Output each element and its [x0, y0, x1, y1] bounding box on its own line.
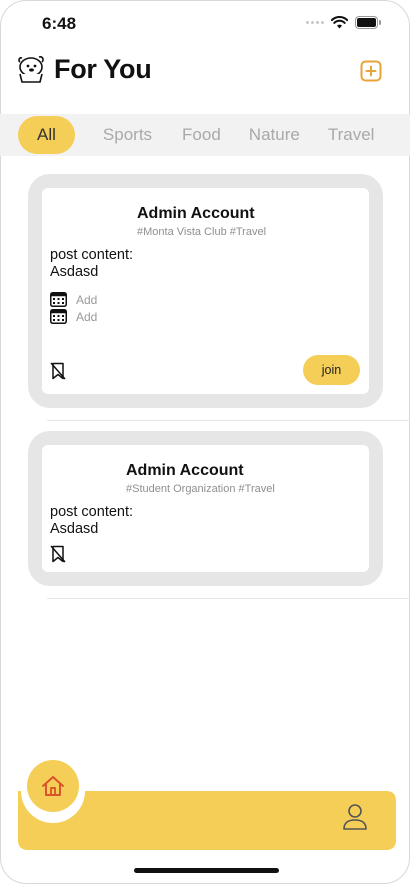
- status-icons: [306, 16, 382, 29]
- category-tabs: All Sports Food Nature Travel: [18, 116, 388, 154]
- calendar-icon: [50, 292, 67, 307]
- status-bar: 6:48: [0, 0, 410, 48]
- add-event-row[interactable]: Add: [50, 309, 97, 324]
- add-event-label: Add: [76, 292, 98, 307]
- wifi-icon: [331, 16, 348, 29]
- bookmark-icon[interactable]: [50, 362, 66, 380]
- post-author: Admin Account: [137, 205, 255, 222]
- divider: [47, 598, 410, 599]
- post-content-label: post content:: [50, 504, 134, 520]
- profile-tab-button[interactable]: [342, 803, 368, 831]
- add-post-button[interactable]: [360, 60, 382, 82]
- add-event-label: Add: [76, 309, 98, 324]
- calendar-icon: [50, 309, 67, 324]
- join-button[interactable]: join: [303, 355, 360, 385]
- post-card[interactable]: Admin Account #Student Organization #Tra…: [28, 431, 383, 586]
- cellular-signal-icon: [306, 21, 324, 24]
- category-tab-food[interactable]: Food: [168, 116, 235, 154]
- category-tab-all[interactable]: All: [18, 116, 75, 154]
- battery-icon: [355, 16, 381, 29]
- post-author: Admin Account: [126, 462, 244, 479]
- category-tab-travel[interactable]: Travel: [314, 116, 389, 154]
- post-card[interactable]: Admin Account #Monta Vista Club #Travel …: [28, 174, 383, 408]
- post-tags: #Monta Vista Club #Travel: [137, 226, 267, 238]
- home-icon: [42, 776, 64, 796]
- post-content-text: Asdasd: [50, 264, 99, 280]
- category-bar: All Sports Food Nature Travel: [0, 114, 410, 156]
- post-content-text: Asdasd: [50, 521, 99, 537]
- category-tab-sports[interactable]: Sports: [89, 116, 166, 154]
- tab-bar: [0, 760, 410, 860]
- page-title: For You: [54, 54, 152, 84]
- home-indicator: [134, 868, 279, 873]
- divider: [47, 420, 410, 421]
- home-tab-button[interactable]: [27, 760, 79, 812]
- post-content-label: post content:: [50, 247, 134, 263]
- add-event-row[interactable]: Add: [50, 292, 97, 307]
- post-tags: #Student Organization #Travel: [126, 483, 275, 495]
- bookmark-icon[interactable]: [50, 545, 66, 563]
- header: For You: [0, 52, 410, 92]
- post-content-area: Admin Account #Monta Vista Club #Travel …: [42, 188, 369, 394]
- post-content-area: Admin Account #Student Organization #Tra…: [42, 445, 369, 572]
- status-time: 6:48: [42, 14, 77, 33]
- mascot-icon: [18, 56, 44, 83]
- category-tab-nature[interactable]: Nature: [235, 116, 314, 154]
